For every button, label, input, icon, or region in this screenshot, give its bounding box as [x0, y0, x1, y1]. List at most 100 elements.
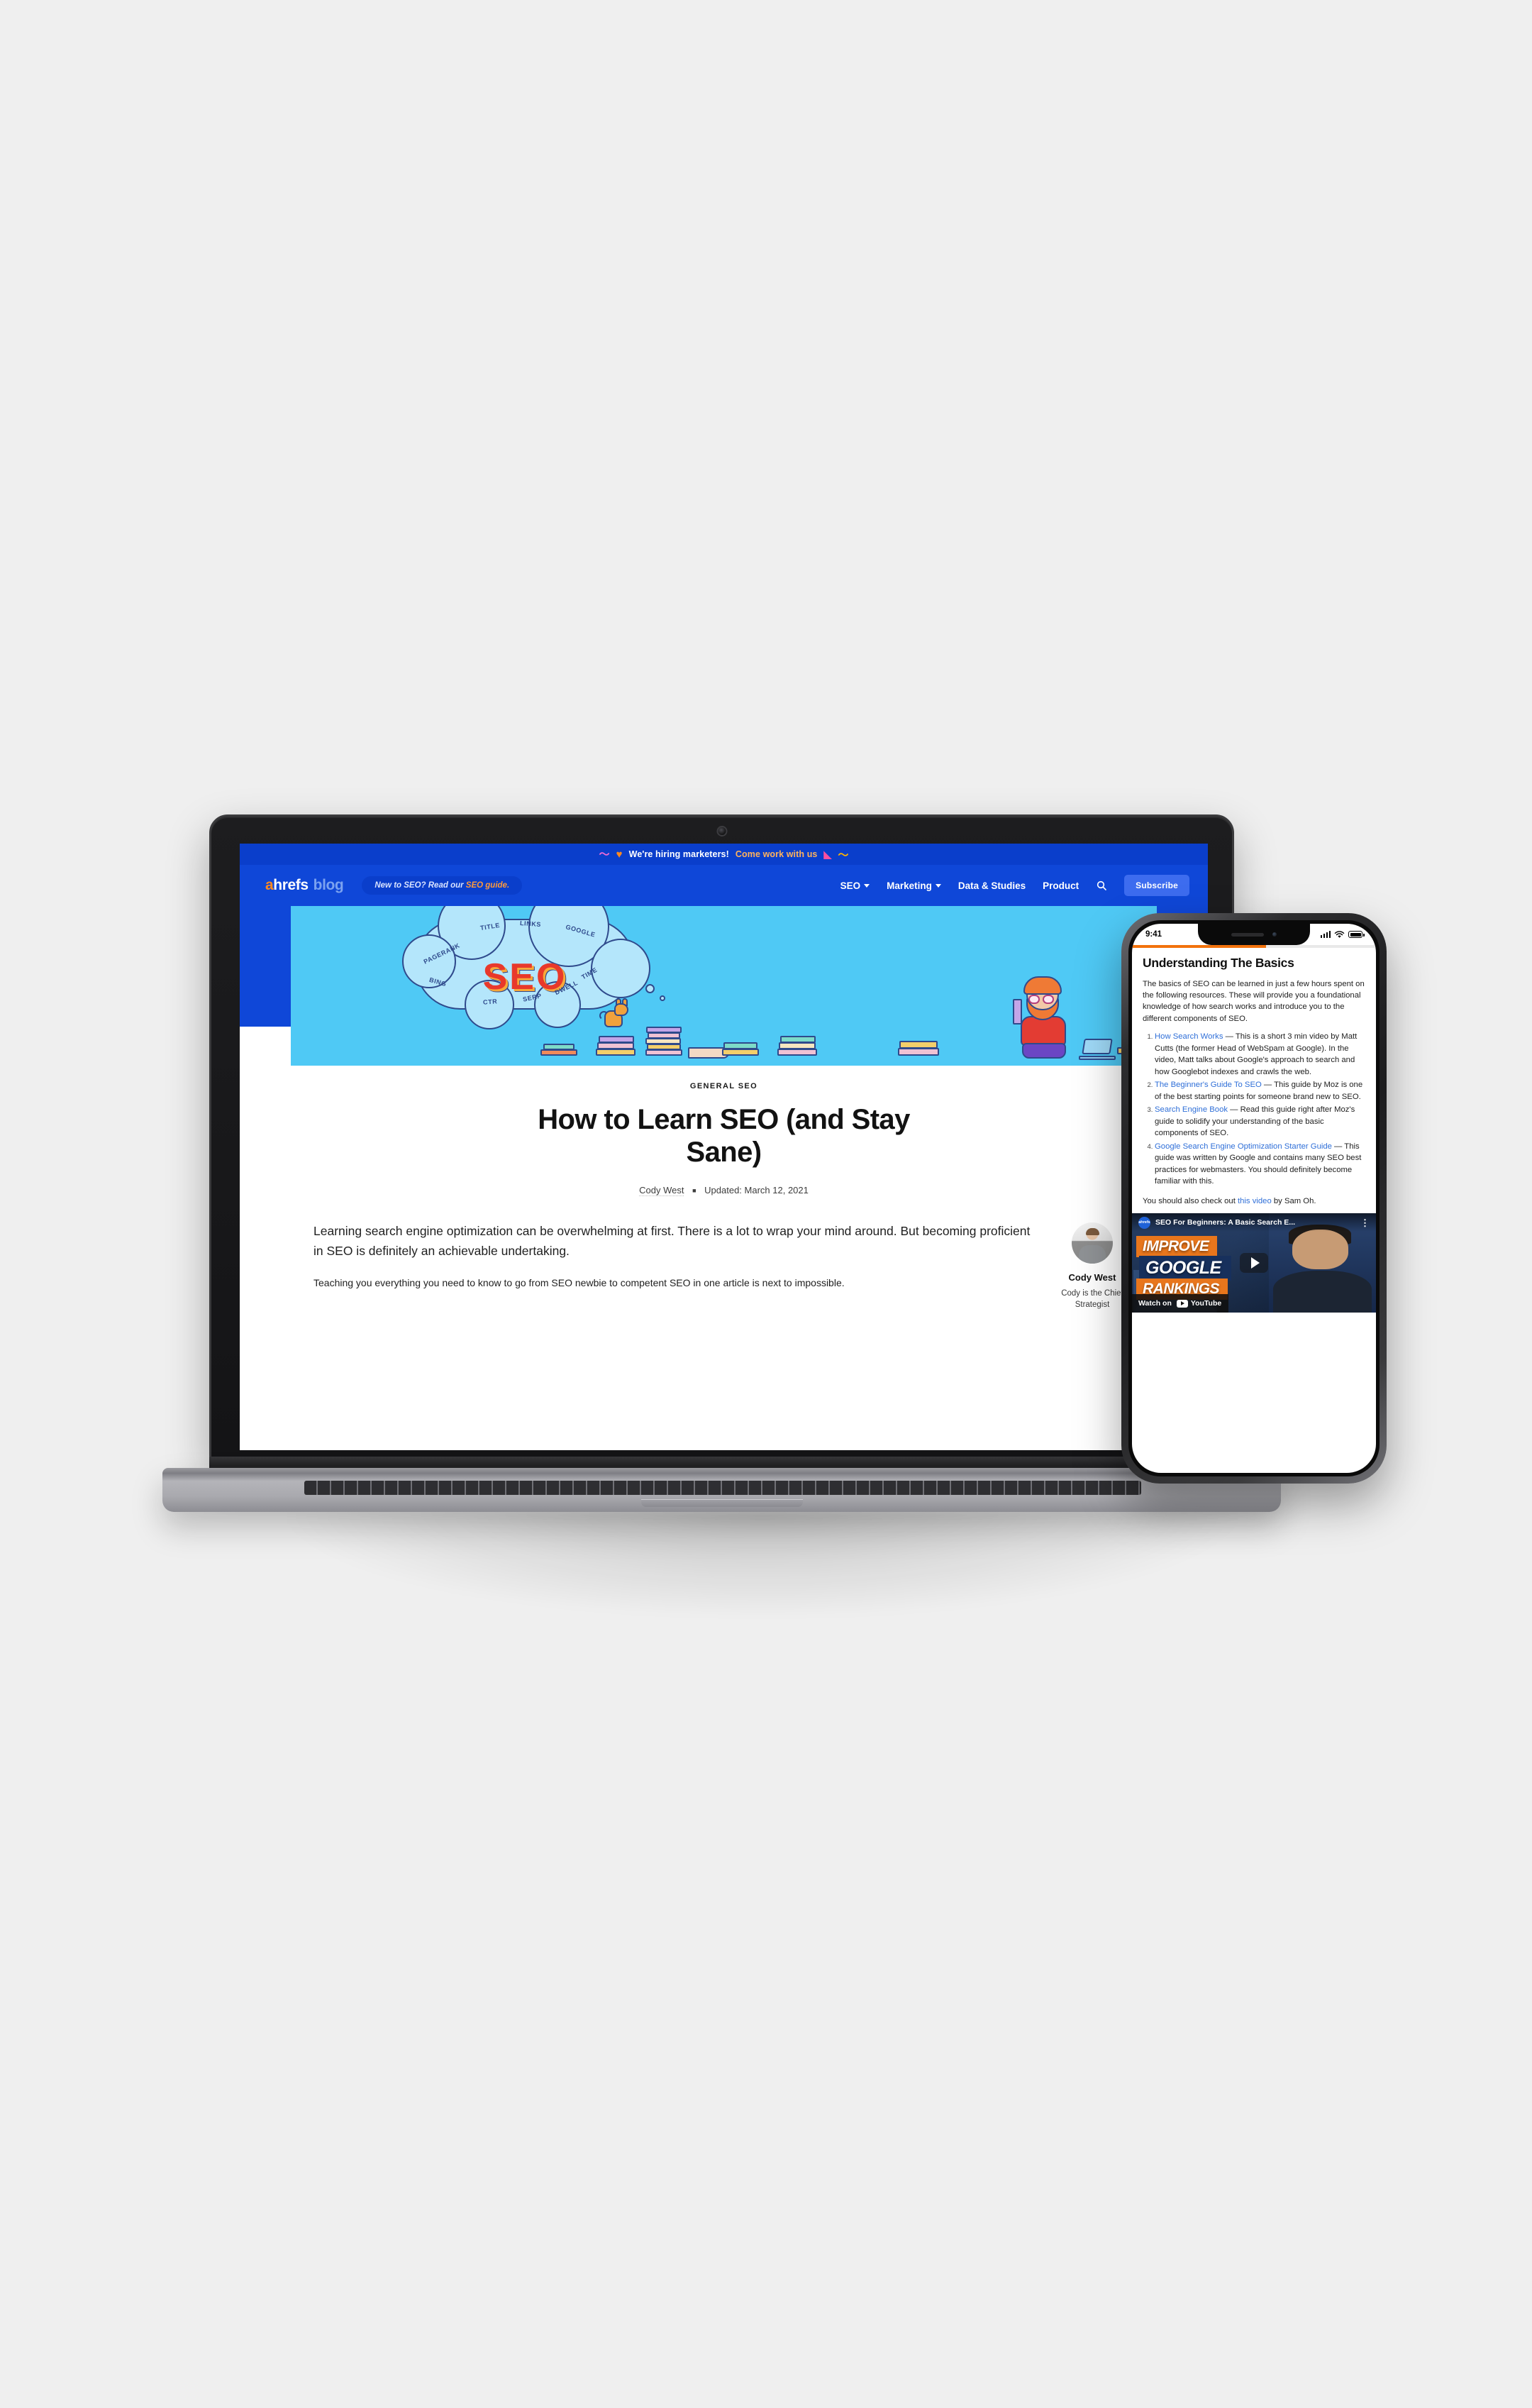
article-intro: The basics of SEO can be learned in just…: [1143, 979, 1365, 1023]
nav-item-product[interactable]: Product: [1043, 880, 1079, 891]
book: [645, 1038, 681, 1044]
article-body: Learning search engine optimization can …: [240, 1221, 1208, 1310]
keyword-links: LINKS: [519, 919, 542, 929]
page-title: How to Learn SEO (and Stay Sane): [538, 1104, 910, 1169]
watch-on-label: Watch on: [1138, 1299, 1172, 1308]
phone-bezel: 9:41 Understanding The Basics The basics…: [1128, 920, 1380, 1476]
logo-hrefs: hrefs: [273, 877, 309, 893]
book: [722, 1049, 759, 1056]
book: [599, 1036, 634, 1043]
search-icon[interactable]: [1096, 880, 1107, 891]
logo-a: a: [265, 877, 274, 893]
laptop-lid: 〜 ♥ We're hiring marketers! Come work wi…: [209, 814, 1234, 1462]
pill-prefix: New to SEO? Read our: [374, 881, 466, 890]
announcement-text: We're hiring marketers!: [628, 849, 729, 859]
cloud-bump: [591, 939, 650, 998]
resource-link[interactable]: Google Search Engine Optimization Starte…: [1155, 1142, 1332, 1151]
laptop-base: [162, 1457, 1281, 1525]
nav-item-marketing[interactable]: Marketing: [887, 880, 941, 891]
this-video-link[interactable]: this video: [1238, 1197, 1272, 1205]
cloud-puff: [645, 984, 655, 993]
laptop-shadow: [287, 1510, 1238, 1616]
phone-mockup: 9:41 Understanding The Basics The basics…: [1121, 913, 1387, 1484]
avatar: [1072, 1222, 1113, 1264]
more-vertical-icon[interactable]: ⋮: [1360, 1218, 1370, 1227]
wifi-icon: [1334, 930, 1345, 938]
resources-list: How Search Works — This is a short 3 min…: [1143, 1031, 1365, 1187]
book: [645, 1049, 682, 1056]
book: [543, 1044, 574, 1050]
resource-link[interactable]: How Search Works: [1155, 1032, 1223, 1041]
nav-item-seo[interactable]: SEO: [840, 880, 870, 891]
chevron-down-icon: [864, 883, 870, 888]
nav-links: SEO Marketing Data & Studies Product Sub…: [840, 875, 1208, 896]
nav-label: SEO: [840, 880, 861, 891]
battery-icon: [1348, 931, 1365, 938]
keyword-ctr: CTR: [482, 998, 498, 1006]
heart-icon: ♥: [616, 848, 623, 861]
youtube-logo: YouTube: [1176, 1299, 1222, 1308]
list-item: Google Search Engine Optimization Starte…: [1155, 1141, 1365, 1188]
hero-illustration: SEO PAGERANK TITLE LINKS GOOGLE BING CTR…: [291, 906, 1157, 1066]
closing-after: by Sam Oh.: [1271, 1196, 1316, 1205]
article-updated: Updated: March 12, 2021: [704, 1184, 809, 1195]
book: [780, 1036, 816, 1043]
resource-link[interactable]: The Beginner's Guide To SEO: [1155, 1081, 1262, 1089]
thumbnail-line-2: GOOGLE: [1139, 1256, 1231, 1281]
trackpad: [640, 1499, 803, 1507]
laptop-deck: [162, 1468, 1281, 1512]
nav-label: Data & Studies: [958, 880, 1026, 891]
book: [647, 1044, 681, 1050]
article-meta: Cody West ■ Updated: March 12, 2021: [240, 1184, 1208, 1196]
held-book: [1013, 999, 1022, 1024]
cellular-bars-icon: [1320, 931, 1331, 938]
article-author[interactable]: Cody West: [639, 1184, 684, 1196]
nav-item-data-studies[interactable]: Data & Studies: [958, 880, 1026, 891]
category-kicker[interactable]: GENERAL SEO: [240, 1082, 1208, 1090]
book: [646, 1027, 682, 1033]
article-text-column: Learning search engine optimization can …: [313, 1221, 1032, 1310]
watch-on-youtube-button[interactable]: Watch on YouTube: [1132, 1294, 1229, 1313]
video-title[interactable]: SEO For Beginners: A Basic Search E...: [1155, 1218, 1295, 1227]
cloud-puff: [660, 995, 665, 1001]
book: [779, 1042, 816, 1049]
ahrefs-blog-logo[interactable]: a hrefs blog: [265, 877, 344, 894]
book: [723, 1042, 757, 1049]
closing-paragraph: You should also check out this video by …: [1143, 1195, 1365, 1207]
youtube-embed[interactable]: IMPROVE GOOGLE RANKINGS ahrefs SEO For B…: [1132, 1213, 1376, 1313]
closing-before: You should also check out: [1143, 1196, 1238, 1205]
youtube-wordmark: YouTube: [1190, 1299, 1222, 1308]
phone-article: Understanding The Basics The basics of S…: [1132, 948, 1376, 1208]
nav-label: Marketing: [887, 880, 932, 891]
meta-separator: ■: [692, 1187, 696, 1195]
flame-icon: ◣: [823, 848, 832, 860]
laptop-mockup: 〜 ♥ We're hiring marketers! Come work wi…: [162, 814, 1281, 1616]
pill-link[interactable]: SEO guide.: [466, 881, 509, 890]
book: [540, 1049, 577, 1056]
play-icon[interactable]: [1240, 1253, 1268, 1274]
wave-icon: 〜: [838, 849, 849, 861]
article-heading: Understanding The Basics: [1143, 955, 1294, 970]
logo-blog: blog: [313, 877, 344, 893]
book: [777, 1049, 817, 1056]
phone-frame: 9:41 Understanding The Basics The basics…: [1121, 913, 1387, 1484]
channel-avatar[interactable]: ahrefs: [1138, 1216, 1150, 1229]
announcement-link[interactable]: Come work with us: [736, 849, 818, 859]
book: [596, 1049, 635, 1056]
phone-notch: [1198, 924, 1310, 945]
site-navbar: a hrefs blog New to SEO? Read our SEO guid…: [240, 865, 1208, 906]
subscribe-button[interactable]: Subscribe: [1124, 875, 1189, 896]
laptop-illustration: [1079, 1039, 1116, 1060]
chevron-down-icon: [935, 883, 941, 888]
phone-screen: 9:41 Understanding The Basics The basics…: [1132, 924, 1376, 1473]
list-item: How Search Works — This is a short 3 min…: [1155, 1031, 1365, 1078]
announcement-bar[interactable]: 〜 ♥ We're hiring marketers! Come work wi…: [240, 844, 1208, 865]
resource-link[interactable]: Search Engine Book: [1155, 1105, 1228, 1114]
article-paragraph: Teaching you everything you need to know…: [313, 1277, 845, 1289]
thought-cloud: SEO PAGERANK TITLE LINKS GOOGLE BING CTR…: [402, 906, 650, 1029]
book: [597, 1042, 634, 1049]
article: GENERAL SEO How to Learn SEO (and Stay S…: [240, 1069, 1208, 1310]
laptop-screen: 〜 ♥ We're hiring marketers! Come work wi…: [240, 844, 1208, 1450]
seo-guide-pill[interactable]: New to SEO? Read our SEO guide.: [362, 876, 523, 895]
webcam-icon: [718, 827, 726, 835]
